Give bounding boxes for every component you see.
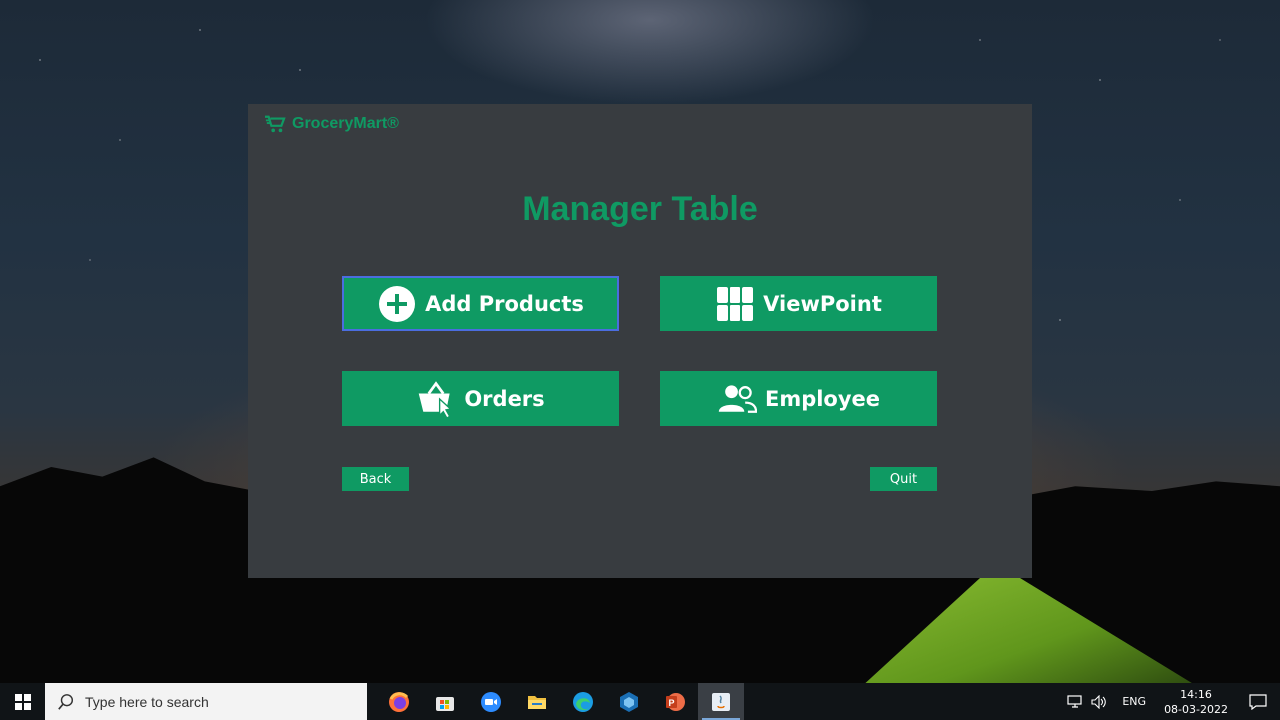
volume-icon[interactable]	[1088, 683, 1110, 720]
orders-button[interactable]: Orders	[342, 371, 619, 426]
page-title: Manager Table	[522, 190, 758, 228]
language-indicator[interactable]: ENG	[1112, 695, 1156, 708]
windows-icon	[14, 693, 31, 710]
virtualbox-icon[interactable]	[606, 683, 652, 720]
brand-name: GroceryMart®	[292, 115, 399, 132]
plus-circle-icon	[379, 285, 416, 322]
pinned-apps: P	[376, 683, 744, 720]
employee-label: Employee	[764, 386, 881, 411]
microsoft-store-icon[interactable]	[422, 683, 468, 720]
zoom-icon[interactable]	[468, 683, 514, 720]
edge-icon[interactable]	[560, 683, 606, 720]
network-icon[interactable]	[1064, 683, 1086, 720]
svg-text:P: P	[669, 698, 675, 708]
file-explorer-icon[interactable]	[514, 683, 560, 720]
quit-button[interactable]: Quit	[870, 467, 937, 491]
start-button[interactable]	[0, 683, 45, 720]
cart-icon	[265, 115, 286, 133]
system-tray: ENG 14:16 08-03-2022	[1064, 683, 1280, 720]
clock-date: 08-03-2022	[1164, 702, 1228, 716]
add-products-label: Add Products	[425, 291, 584, 316]
search-placeholder: Type here to search	[85, 693, 209, 710]
back-button[interactable]: Back	[342, 467, 409, 491]
manager-window: GroceryMart® Manager Table Add Products …	[248, 104, 1032, 578]
java-app-icon[interactable]	[698, 683, 744, 720]
clock[interactable]: 14:16 08-03-2022	[1156, 687, 1236, 717]
taskbar: Type here to search P ENG 14:16 08-03-20…	[0, 683, 1280, 720]
viewpoint-label: ViewPoint	[763, 291, 882, 316]
add-products-button[interactable]: Add Products	[342, 276, 619, 331]
orders-label: Orders	[464, 386, 545, 411]
basket-cursor-icon	[419, 380, 453, 419]
notification-icon[interactable]	[1236, 693, 1280, 710]
brand-logo: GroceryMart®	[264, 114, 399, 134]
taskbar-search[interactable]: Type here to search	[45, 683, 367, 720]
clock-time: 14:16	[1180, 687, 1212, 701]
users-icon	[718, 384, 757, 413]
search-icon	[58, 693, 74, 710]
employee-button[interactable]: Employee	[660, 371, 937, 426]
firefox-icon[interactable]	[376, 683, 422, 720]
viewpoint-button[interactable]: ViewPoint	[660, 276, 937, 331]
grid-icon	[717, 286, 754, 321]
powerpoint-icon[interactable]: P	[652, 683, 698, 720]
